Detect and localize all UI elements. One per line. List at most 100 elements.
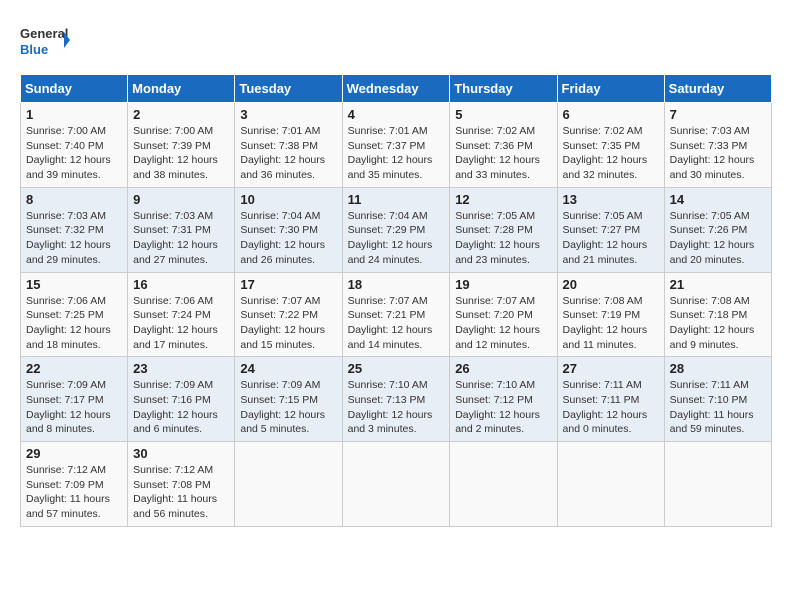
day-number: 16 bbox=[133, 277, 229, 292]
calendar-cell: 4 Sunrise: 7:01 AM Sunset: 7:37 PM Dayli… bbox=[342, 103, 450, 188]
day-number: 27 bbox=[563, 361, 659, 376]
day-number: 26 bbox=[455, 361, 551, 376]
calendar-cell bbox=[557, 442, 664, 527]
day-header-monday: Monday bbox=[128, 75, 235, 103]
day-info: Sunrise: 7:06 AM Sunset: 7:24 PM Dayligh… bbox=[133, 294, 229, 353]
calendar-cell: 20 Sunrise: 7:08 AM Sunset: 7:19 PM Dayl… bbox=[557, 272, 664, 357]
day-number: 28 bbox=[670, 361, 766, 376]
day-number: 7 bbox=[670, 107, 766, 122]
header: General Blue bbox=[20, 20, 772, 64]
day-info: Sunrise: 7:08 AM Sunset: 7:18 PM Dayligh… bbox=[670, 294, 766, 353]
day-info: Sunrise: 7:08 AM Sunset: 7:19 PM Dayligh… bbox=[563, 294, 659, 353]
calendar-week-3: 15 Sunrise: 7:06 AM Sunset: 7:25 PM Dayl… bbox=[21, 272, 772, 357]
day-number: 21 bbox=[670, 277, 766, 292]
day-number: 29 bbox=[26, 446, 122, 461]
calendar-cell: 6 Sunrise: 7:02 AM Sunset: 7:35 PM Dayli… bbox=[557, 103, 664, 188]
day-info: Sunrise: 7:09 AM Sunset: 7:17 PM Dayligh… bbox=[26, 378, 122, 437]
day-number: 4 bbox=[348, 107, 445, 122]
svg-text:Blue: Blue bbox=[20, 42, 48, 57]
day-number: 11 bbox=[348, 192, 445, 207]
day-info: Sunrise: 7:05 AM Sunset: 7:28 PM Dayligh… bbox=[455, 209, 551, 268]
day-info: Sunrise: 7:02 AM Sunset: 7:36 PM Dayligh… bbox=[455, 124, 551, 183]
calendar-cell: 13 Sunrise: 7:05 AM Sunset: 7:27 PM Dayl… bbox=[557, 187, 664, 272]
calendar-cell: 22 Sunrise: 7:09 AM Sunset: 7:17 PM Dayl… bbox=[21, 357, 128, 442]
day-number: 8 bbox=[26, 192, 122, 207]
calendar-cell bbox=[342, 442, 450, 527]
day-header-tuesday: Tuesday bbox=[235, 75, 342, 103]
day-number: 30 bbox=[133, 446, 229, 461]
calendar-cell: 29 Sunrise: 7:12 AM Sunset: 7:09 PM Dayl… bbox=[21, 442, 128, 527]
calendar-cell: 8 Sunrise: 7:03 AM Sunset: 7:32 PM Dayli… bbox=[21, 187, 128, 272]
svg-text:General: General bbox=[20, 26, 68, 41]
day-info: Sunrise: 7:11 AM Sunset: 7:10 PM Dayligh… bbox=[670, 378, 766, 437]
calendar-cell: 30 Sunrise: 7:12 AM Sunset: 7:08 PM Dayl… bbox=[128, 442, 235, 527]
day-info: Sunrise: 7:00 AM Sunset: 7:40 PM Dayligh… bbox=[26, 124, 122, 183]
day-info: Sunrise: 7:03 AM Sunset: 7:32 PM Dayligh… bbox=[26, 209, 122, 268]
calendar-cell: 16 Sunrise: 7:06 AM Sunset: 7:24 PM Dayl… bbox=[128, 272, 235, 357]
day-number: 13 bbox=[563, 192, 659, 207]
day-info: Sunrise: 7:04 AM Sunset: 7:29 PM Dayligh… bbox=[348, 209, 445, 268]
day-number: 1 bbox=[26, 107, 122, 122]
calendar-cell: 28 Sunrise: 7:11 AM Sunset: 7:10 PM Dayl… bbox=[664, 357, 771, 442]
day-info: Sunrise: 7:10 AM Sunset: 7:13 PM Dayligh… bbox=[348, 378, 445, 437]
day-info: Sunrise: 7:04 AM Sunset: 7:30 PM Dayligh… bbox=[240, 209, 336, 268]
calendar-header-row: SundayMondayTuesdayWednesdayThursdayFrid… bbox=[21, 75, 772, 103]
day-header-saturday: Saturday bbox=[664, 75, 771, 103]
day-number: 10 bbox=[240, 192, 336, 207]
calendar-cell: 21 Sunrise: 7:08 AM Sunset: 7:18 PM Dayl… bbox=[664, 272, 771, 357]
calendar-cell: 7 Sunrise: 7:03 AM Sunset: 7:33 PM Dayli… bbox=[664, 103, 771, 188]
calendar-cell: 3 Sunrise: 7:01 AM Sunset: 7:38 PM Dayli… bbox=[235, 103, 342, 188]
calendar-cell bbox=[664, 442, 771, 527]
day-number: 2 bbox=[133, 107, 229, 122]
calendar-cell: 24 Sunrise: 7:09 AM Sunset: 7:15 PM Dayl… bbox=[235, 357, 342, 442]
day-number: 23 bbox=[133, 361, 229, 376]
day-number: 15 bbox=[26, 277, 122, 292]
calendar-table: SundayMondayTuesdayWednesdayThursdayFrid… bbox=[20, 74, 772, 527]
day-number: 17 bbox=[240, 277, 336, 292]
day-header-wednesday: Wednesday bbox=[342, 75, 450, 103]
calendar-cell: 15 Sunrise: 7:06 AM Sunset: 7:25 PM Dayl… bbox=[21, 272, 128, 357]
calendar-week-5: 29 Sunrise: 7:12 AM Sunset: 7:09 PM Dayl… bbox=[21, 442, 772, 527]
calendar-cell: 26 Sunrise: 7:10 AM Sunset: 7:12 PM Dayl… bbox=[450, 357, 557, 442]
day-number: 22 bbox=[26, 361, 122, 376]
day-number: 9 bbox=[133, 192, 229, 207]
day-number: 12 bbox=[455, 192, 551, 207]
day-info: Sunrise: 7:06 AM Sunset: 7:25 PM Dayligh… bbox=[26, 294, 122, 353]
calendar-cell: 10 Sunrise: 7:04 AM Sunset: 7:30 PM Dayl… bbox=[235, 187, 342, 272]
day-info: Sunrise: 7:05 AM Sunset: 7:26 PM Dayligh… bbox=[670, 209, 766, 268]
day-info: Sunrise: 7:11 AM Sunset: 7:11 PM Dayligh… bbox=[563, 378, 659, 437]
calendar-cell: 14 Sunrise: 7:05 AM Sunset: 7:26 PM Dayl… bbox=[664, 187, 771, 272]
calendar-cell: 12 Sunrise: 7:05 AM Sunset: 7:28 PM Dayl… bbox=[450, 187, 557, 272]
day-info: Sunrise: 7:01 AM Sunset: 7:37 PM Dayligh… bbox=[348, 124, 445, 183]
day-number: 19 bbox=[455, 277, 551, 292]
calendar-cell: 23 Sunrise: 7:09 AM Sunset: 7:16 PM Dayl… bbox=[128, 357, 235, 442]
calendar-cell: 27 Sunrise: 7:11 AM Sunset: 7:11 PM Dayl… bbox=[557, 357, 664, 442]
calendar-cell bbox=[235, 442, 342, 527]
day-number: 24 bbox=[240, 361, 336, 376]
day-info: Sunrise: 7:02 AM Sunset: 7:35 PM Dayligh… bbox=[563, 124, 659, 183]
day-number: 14 bbox=[670, 192, 766, 207]
day-info: Sunrise: 7:03 AM Sunset: 7:33 PM Dayligh… bbox=[670, 124, 766, 183]
day-info: Sunrise: 7:07 AM Sunset: 7:22 PM Dayligh… bbox=[240, 294, 336, 353]
day-header-friday: Friday bbox=[557, 75, 664, 103]
day-info: Sunrise: 7:01 AM Sunset: 7:38 PM Dayligh… bbox=[240, 124, 336, 183]
day-info: Sunrise: 7:09 AM Sunset: 7:15 PM Dayligh… bbox=[240, 378, 336, 437]
day-info: Sunrise: 7:12 AM Sunset: 7:08 PM Dayligh… bbox=[133, 463, 229, 522]
calendar-week-4: 22 Sunrise: 7:09 AM Sunset: 7:17 PM Dayl… bbox=[21, 357, 772, 442]
day-number: 3 bbox=[240, 107, 336, 122]
day-number: 5 bbox=[455, 107, 551, 122]
day-info: Sunrise: 7:05 AM Sunset: 7:27 PM Dayligh… bbox=[563, 209, 659, 268]
calendar-cell: 25 Sunrise: 7:10 AM Sunset: 7:13 PM Dayl… bbox=[342, 357, 450, 442]
day-number: 6 bbox=[563, 107, 659, 122]
day-header-sunday: Sunday bbox=[21, 75, 128, 103]
logo: General Blue bbox=[20, 20, 70, 64]
day-info: Sunrise: 7:10 AM Sunset: 7:12 PM Dayligh… bbox=[455, 378, 551, 437]
day-info: Sunrise: 7:00 AM Sunset: 7:39 PM Dayligh… bbox=[133, 124, 229, 183]
calendar-week-2: 8 Sunrise: 7:03 AM Sunset: 7:32 PM Dayli… bbox=[21, 187, 772, 272]
calendar-cell: 2 Sunrise: 7:00 AM Sunset: 7:39 PM Dayli… bbox=[128, 103, 235, 188]
day-info: Sunrise: 7:12 AM Sunset: 7:09 PM Dayligh… bbox=[26, 463, 122, 522]
calendar-cell: 19 Sunrise: 7:07 AM Sunset: 7:20 PM Dayl… bbox=[450, 272, 557, 357]
calendar-cell bbox=[450, 442, 557, 527]
logo-svg: General Blue bbox=[20, 20, 70, 64]
day-number: 25 bbox=[348, 361, 445, 376]
